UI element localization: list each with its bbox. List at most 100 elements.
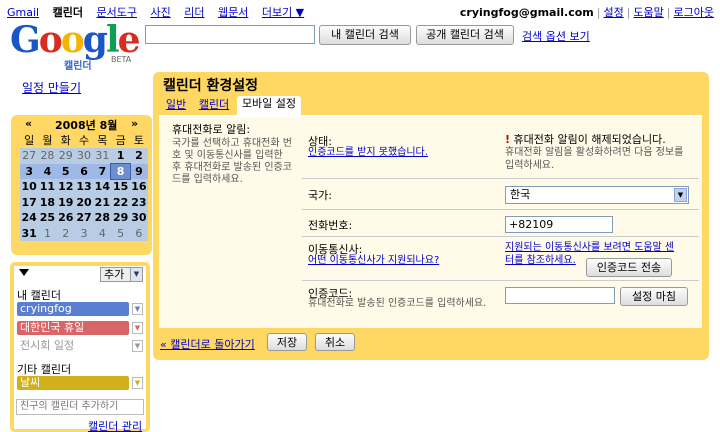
day-cell[interactable]: 13 <box>74 179 94 195</box>
add-friend-calendar-input[interactable]: 친구의 캘린더 추가하기 <box>16 399 144 415</box>
day-cell[interactable]: 19 <box>56 194 75 210</box>
country-select[interactable]: 한국 ▼ <box>505 186 689 204</box>
status-warning: ! 휴대전화 알림이 해제되었습니다. <box>505 133 699 146</box>
google-calendar-logo[interactable]: Google 캘린더 BETA <box>10 22 141 72</box>
mini-calendar-title: 2008년 8월 <box>55 119 118 132</box>
day-cell[interactable]: 1 <box>38 225 57 241</box>
separator: | <box>666 6 671 19</box>
search-my-calendars-button[interactable]: 내 캘린더 검색 <box>319 25 411 45</box>
calendar-item-cryingfog[interactable]: cryingfog <box>17 302 129 316</box>
nav-docs[interactable]: 문서도구 <box>96 6 136 19</box>
day-cell[interactable]: 28 <box>93 210 112 226</box>
day-cell[interactable]: 20 <box>74 194 94 210</box>
day-cell[interactable]: 2 <box>129 148 149 164</box>
day-cell[interactable]: 5 <box>111 225 130 241</box>
day-cell[interactable]: 21 <box>93 194 112 210</box>
day-cell[interactable]: 6 <box>74 163 94 179</box>
add-calendar-button[interactable]: 추가 ▼ <box>100 267 143 282</box>
day-cell[interactable]: 1 <box>111 148 130 164</box>
code-not-received-link[interactable]: 인증코드를 받지 못했습니다. <box>308 146 428 159</box>
day-cell[interactable]: 14 <box>93 179 112 195</box>
save-button[interactable]: 저장 <box>267 333 307 351</box>
verification-code-input[interactable] <box>505 287 615 304</box>
calendar-options-icon[interactable]: ▼ <box>132 322 143 334</box>
prev-month-button[interactable]: « <box>25 117 32 130</box>
day-cell[interactable]: 18 <box>38 194 57 210</box>
nav-more[interactable]: 더보기 ▼ <box>262 6 304 19</box>
phone-row: 전화번호: +82109 <box>302 211 699 237</box>
day-cell[interactable]: 16 <box>129 179 149 195</box>
day-cell[interactable]: 29 <box>111 210 130 226</box>
nav-web[interactable]: 웹문서 <box>218 6 248 19</box>
next-month-button[interactable]: » <box>131 117 138 130</box>
week-row: 31 1 2 3 4 5 6 <box>20 225 149 241</box>
day-cell[interactable]: 5 <box>56 163 75 179</box>
day-cell[interactable]: 17 <box>20 194 39 210</box>
day-cell[interactable]: 23 <box>129 194 149 210</box>
mobile-help-title: 휴대전화로 알림: <box>172 123 251 136</box>
verification-code-row: 인증코드: 휴대전화로 발송된 인증코드를 입력하세요. 설정 마침 <box>302 282 699 312</box>
day-cell[interactable]: 11 <box>38 179 57 195</box>
day-cell[interactable]: 27 <box>74 210 94 226</box>
day-cell[interactable]: 4 <box>38 163 57 179</box>
day-cell[interactable]: 2 <box>56 225 75 241</box>
finish-setup-button[interactable]: 설정 마침 <box>620 287 688 306</box>
day-cell[interactable]: 4 <box>93 225 112 241</box>
day-cell[interactable]: 24 <box>20 210 39 226</box>
supported-carriers-link[interactable]: 어떤 이동통신사가 지원되나요? <box>308 254 439 267</box>
day-cell[interactable]: 3 <box>74 225 94 241</box>
separator: | <box>626 6 631 19</box>
weekday: 금 <box>115 134 126 147</box>
week-row: 24 25 26 27 28 29 30 <box>20 210 149 226</box>
separator: | <box>596 6 601 19</box>
calendar-item-weather[interactable]: 날씨 <box>17 376 129 390</box>
day-cell[interactable]: 15 <box>111 179 130 195</box>
tab-general[interactable]: 일반 <box>161 97 191 114</box>
day-cell[interactable]: 7 <box>93 163 112 179</box>
day-cell[interactable]: 31 <box>93 148 112 164</box>
day-cell[interactable]: 25 <box>38 210 57 226</box>
search-options-link[interactable]: 검색 옵션 보기 <box>522 28 590 44</box>
day-cell[interactable]: 28 <box>38 148 57 164</box>
help-link[interactable]: 도움말 <box>633 6 663 19</box>
calendar-item-exhibitions[interactable]: 전시회 일정 <box>17 339 129 353</box>
calendar-options-icon[interactable]: ▼ <box>132 377 143 389</box>
search-public-calendars-button[interactable]: 공개 캘린더 검색 <box>416 25 514 45</box>
nav-reader[interactable]: 리더 <box>184 6 204 19</box>
nav-gmail[interactable]: Gmail <box>7 6 39 19</box>
day-cell[interactable]: 26 <box>56 210 75 226</box>
logout-link[interactable]: 로그아웃 <box>674 6 714 19</box>
mini-calendar-header: « 2008년 8월 » <box>11 117 152 132</box>
day-cell[interactable]: 30 <box>129 210 149 226</box>
day-cell[interactable]: 22 <box>111 194 130 210</box>
day-cell[interactable]: 3 <box>20 163 39 179</box>
day-cell-today[interactable]: 8 <box>110 162 131 180</box>
calendar-options-icon[interactable]: ▼ <box>132 340 143 352</box>
settings-link[interactable]: 설정 <box>603 6 623 19</box>
day-cell[interactable]: 10 <box>20 179 39 195</box>
day-cell[interactable]: 12 <box>56 179 75 195</box>
day-cell[interactable]: 6 <box>129 225 149 241</box>
tab-calendars[interactable]: 캘린더 <box>195 97 233 114</box>
dropdown-arrow-icon[interactable]: ▼ <box>674 188 687 202</box>
collapse-triangle-icon[interactable] <box>19 269 29 276</box>
calendar-options-icon[interactable]: ▼ <box>132 303 143 315</box>
search-input[interactable] <box>145 25 315 44</box>
create-event-link[interactable]: 일정 만들기 <box>22 79 81 96</box>
phone-number-input[interactable]: +82109 <box>505 216 613 233</box>
day-cell[interactable]: 27 <box>20 148 39 164</box>
back-to-calendar-link[interactable]: « 캘린더로 돌아가기 <box>160 336 255 352</box>
day-cell[interactable]: 31 <box>20 225 39 241</box>
send-code-button[interactable]: 인증코드 전송 <box>586 258 672 277</box>
phone-label: 전화번호: <box>308 219 353 232</box>
day-cell[interactable]: 9 <box>129 163 149 179</box>
day-cell[interactable]: 29 <box>56 148 75 164</box>
calendar-item-holidays[interactable]: 대한민국 휴일 <box>17 321 129 335</box>
cancel-button[interactable]: 취소 <box>315 333 355 351</box>
day-cell[interactable]: 30 <box>74 148 94 164</box>
dropdown-arrow-icon[interactable]: ▼ <box>130 268 142 281</box>
manage-calendars-link[interactable]: 캘린더 관리 <box>88 418 142 432</box>
nav-photos[interactable]: 사진 <box>150 6 170 19</box>
country-label: 국가: <box>308 189 332 202</box>
tab-mobile-settings[interactable]: 모바일 설정 <box>237 96 301 115</box>
